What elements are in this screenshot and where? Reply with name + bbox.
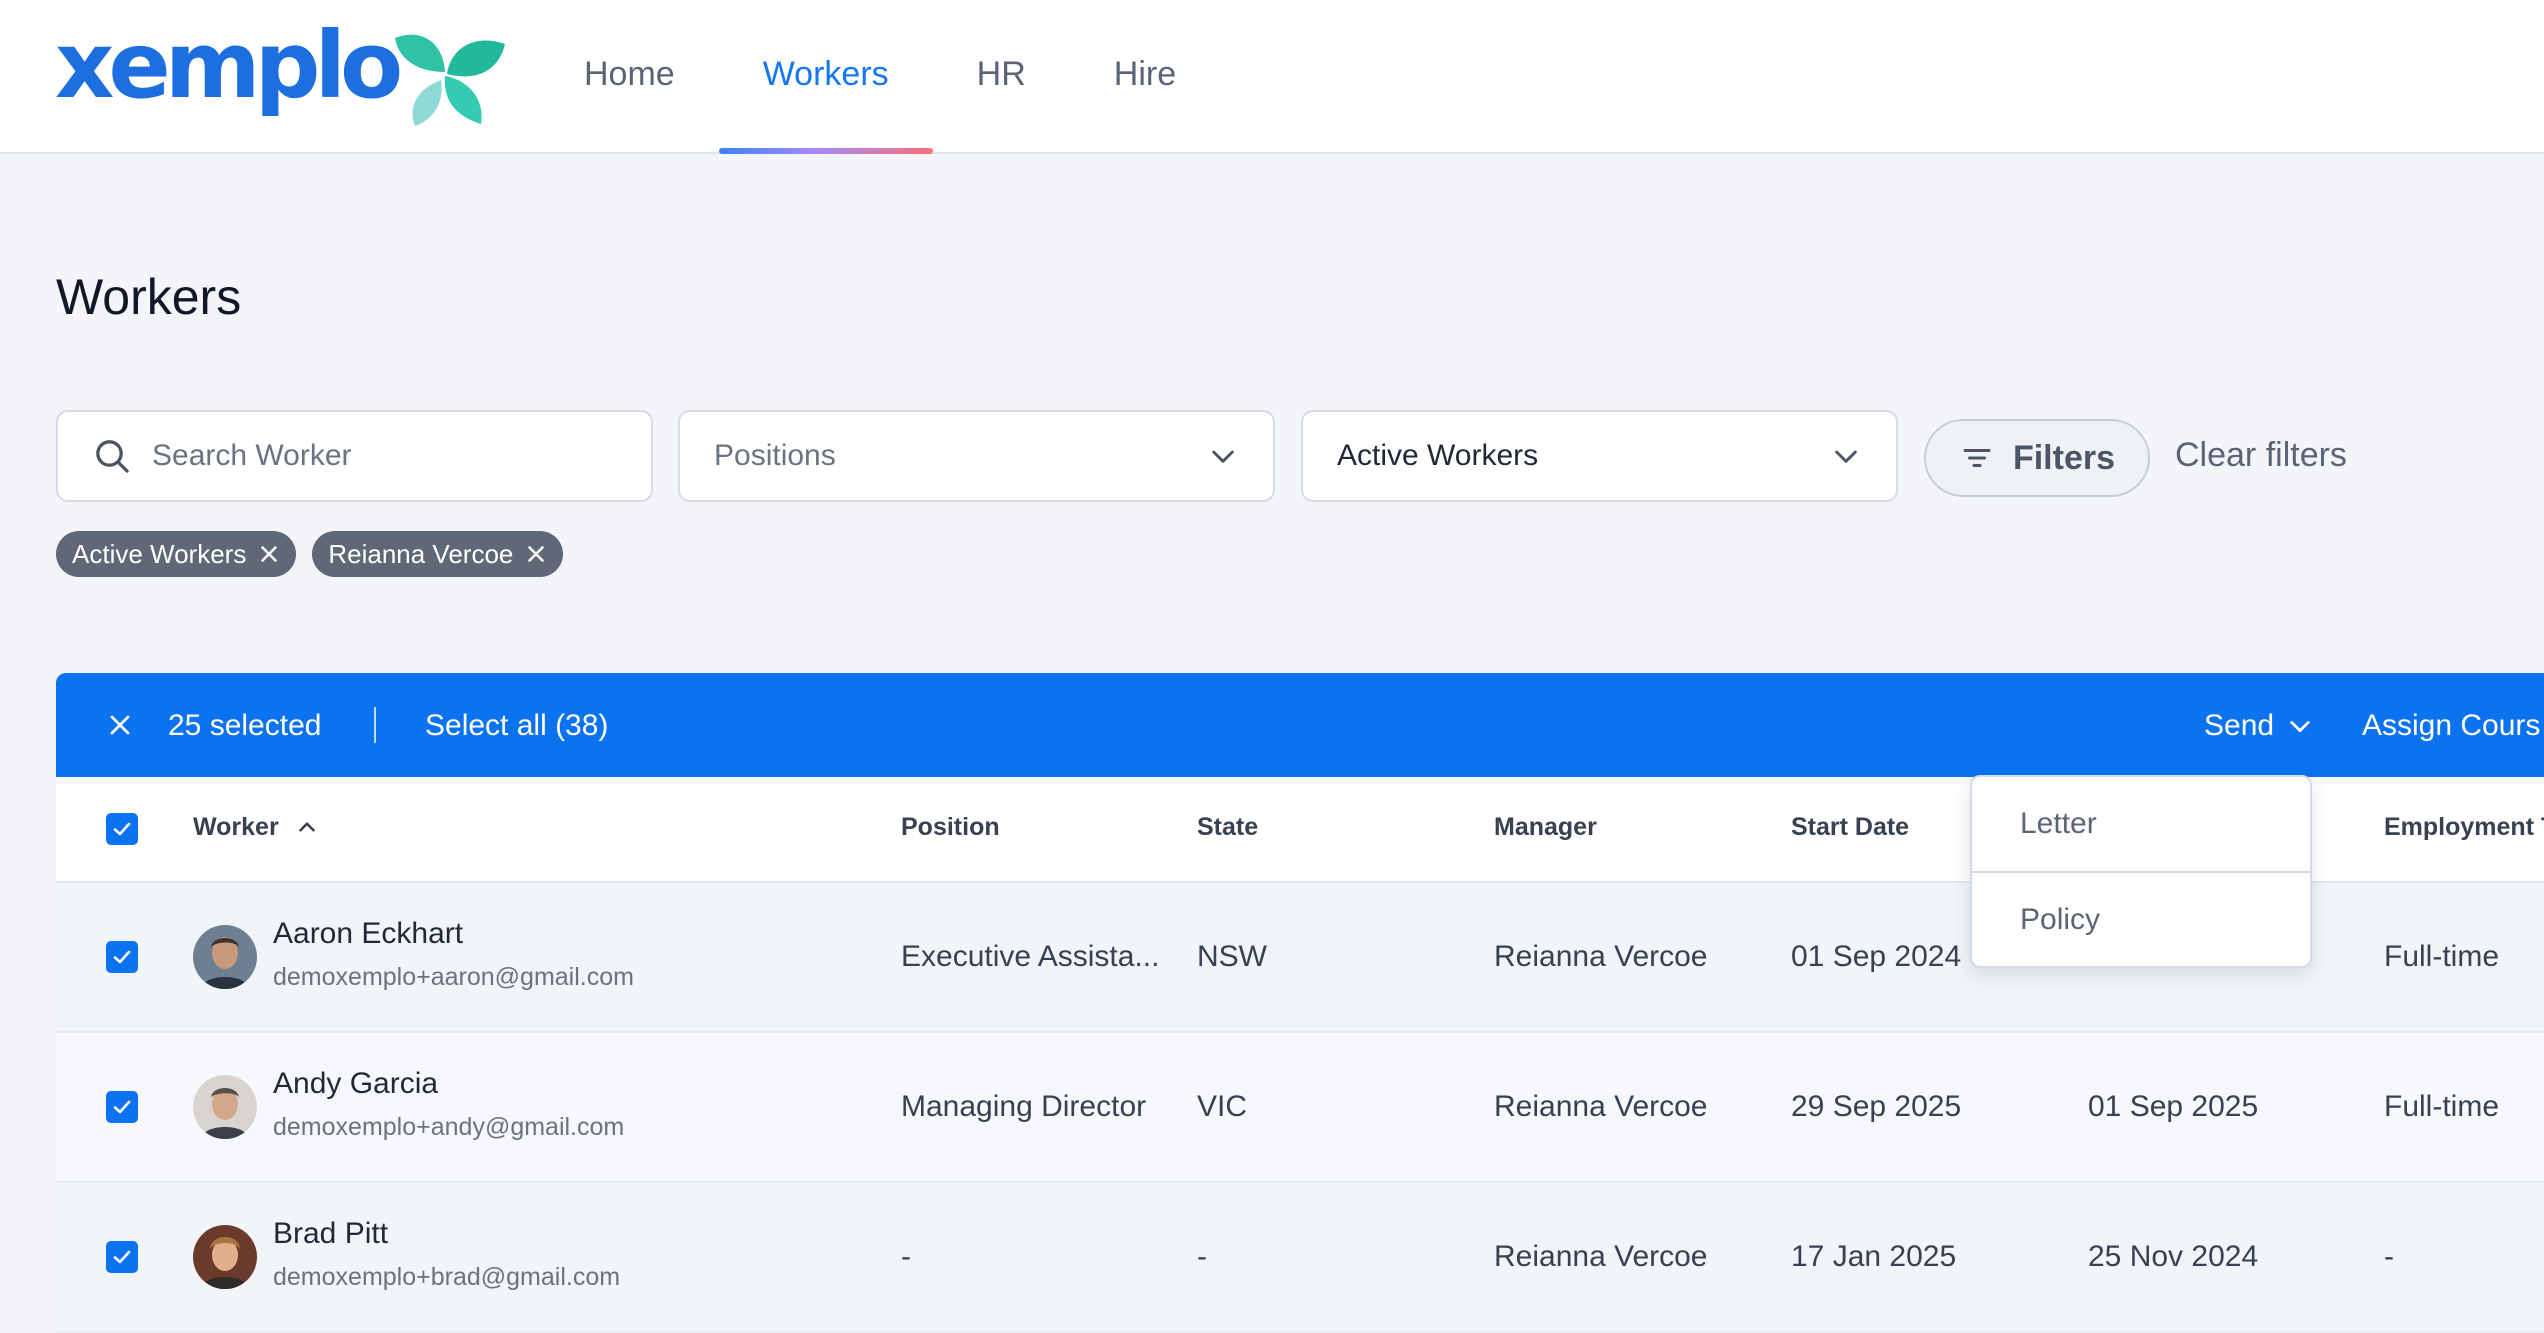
- date-cell: 25 Nov 2024: [2088, 1240, 2259, 1273]
- chevron-down-icon: [1835, 450, 1857, 463]
- close-icon[interactable]: [256, 541, 282, 567]
- nav-tab-home[interactable]: Home: [540, 0, 719, 152]
- sort-up-icon: [298, 822, 315, 832]
- filters-button-label: Filters: [2012, 438, 2116, 477]
- worker-status-select-value: Active Workers: [1337, 439, 1539, 472]
- manager-cell: Reianna Vercoe: [1494, 1090, 1708, 1123]
- logo-text: xemplo: [55, 12, 403, 119]
- row-checkbox[interactable]: [106, 1091, 138, 1123]
- filter-chip-label: Active Workers: [72, 538, 247, 569]
- main-nav: Home Workers HR Hire: [540, 0, 1220, 154]
- employment-type-cell: Full-time: [2384, 940, 2500, 973]
- filters-button[interactable]: Filters: [1924, 419, 2150, 497]
- xemplo-logo[interactable]: xemplo: [55, 12, 505, 126]
- select-all-checkbox[interactable]: [106, 813, 138, 845]
- active-filter-chips: Active Workers Reianna Vercoe: [56, 531, 564, 577]
- top-navigation-bar: xemplo Home Workers HR Hire: [0, 0, 2544, 154]
- date-cell: 01 Sep 2025: [2088, 1090, 2259, 1123]
- send-dropdown-button[interactable]: Send: [2204, 709, 2314, 743]
- column-header-position[interactable]: Position: [901, 813, 1000, 842]
- table-row[interactable]: Andy Garcia demoxemplo+andy@gmail.com Ma…: [56, 1033, 2544, 1183]
- check-icon: [113, 822, 131, 836]
- start-date-cell: 01 Sep 2024: [1791, 940, 1962, 973]
- check-icon: [113, 1250, 131, 1264]
- avatar: [193, 1225, 257, 1289]
- employment-type-cell: Full-time: [2384, 1090, 2500, 1123]
- check-icon: [113, 950, 131, 964]
- positions-select-value: Positions: [714, 439, 836, 472]
- nav-tab-workers[interactable]: Workers: [718, 0, 933, 154]
- column-header-state[interactable]: State: [1197, 813, 1258, 842]
- filter-chip: Reianna Vercoe: [312, 531, 564, 577]
- manager-cell: Reianna Vercoe: [1494, 940, 1708, 973]
- bulk-selection-bar: 25 selected Select all (38) Send Assign …: [56, 673, 2544, 777]
- worker-name[interactable]: Andy Garcia: [273, 1067, 438, 1101]
- select-all-link[interactable]: Select all (38): [425, 709, 608, 743]
- worker-status-select[interactable]: Active Workers: [1301, 410, 1898, 502]
- selected-count: 25 selected: [168, 709, 322, 742]
- row-checkbox[interactable]: [106, 1241, 138, 1273]
- filter-chip-label: Reianna Vercoe: [328, 538, 514, 569]
- worker-name[interactable]: Brad Pitt: [273, 1217, 388, 1251]
- assign-course-button[interactable]: Assign Cours: [2362, 709, 2540, 743]
- clear-filters-link[interactable]: Clear filters: [2175, 436, 2347, 475]
- start-date-cell: 29 Sep 2025: [1791, 1090, 1962, 1123]
- row-checkbox[interactable]: [106, 941, 138, 973]
- column-header-worker-label: Worker: [193, 813, 279, 841]
- search-input[interactable]: [150, 438, 614, 474]
- worker-email: demoxemplo+aaron@gmail.com: [273, 963, 634, 991]
- start-date-cell: 17 Jan 2025: [1791, 1240, 1957, 1273]
- employment-type-cell: -: [2384, 1240, 2394, 1273]
- nav-tab-hire[interactable]: Hire: [1070, 0, 1220, 152]
- avatar: [193, 1075, 257, 1139]
- state-cell: VIC: [1197, 1090, 1248, 1123]
- check-icon: [113, 1100, 131, 1114]
- column-header-employment-type[interactable]: Employment T: [2384, 813, 2544, 842]
- state-cell: NSW: [1197, 940, 1267, 973]
- menu-item-letter[interactable]: Letter: [1972, 777, 2310, 871]
- chevron-down-icon: [1212, 450, 1234, 463]
- position-cell: Managing Director: [901, 1090, 1147, 1123]
- search-icon: [96, 440, 129, 473]
- chevron-down-icon: [2290, 721, 2310, 733]
- nav-tab-hr[interactable]: HR: [933, 0, 1070, 152]
- menu-item-policy[interactable]: Policy: [1972, 871, 2310, 967]
- column-header-start-date[interactable]: Start Date: [1791, 813, 1909, 842]
- position-cell: -: [901, 1240, 911, 1273]
- table-row[interactable]: Brad Pitt demoxemplo+brad@gmail.com - - …: [56, 1183, 2544, 1333]
- divider: [374, 707, 376, 743]
- column-header-worker[interactable]: Worker: [193, 813, 320, 842]
- search-worker-field[interactable]: [56, 410, 653, 502]
- column-header-manager[interactable]: Manager: [1494, 813, 1597, 842]
- worker-name[interactable]: Aaron Eckhart: [273, 917, 463, 951]
- position-cell: Executive Assista...: [901, 940, 1160, 973]
- close-icon[interactable]: [104, 709, 136, 746]
- send-label: Send: [2204, 709, 2275, 742]
- manager-cell: Reianna Vercoe: [1494, 1240, 1708, 1273]
- positions-select[interactable]: Positions: [678, 410, 1275, 502]
- leaf-icon: [395, 34, 505, 126]
- filter-chip: Active Workers: [56, 531, 297, 577]
- page-title: Workers: [56, 269, 242, 325]
- send-dropdown-menu: Letter Policy: [1970, 775, 2312, 968]
- state-cell: -: [1197, 1240, 1207, 1273]
- worker-email: demoxemplo+brad@gmail.com: [273, 1263, 621, 1291]
- worker-email: demoxemplo+andy@gmail.com: [273, 1113, 625, 1141]
- avatar: [193, 925, 257, 989]
- filter-lines-icon: [1963, 449, 1991, 467]
- close-icon[interactable]: [523, 541, 549, 567]
